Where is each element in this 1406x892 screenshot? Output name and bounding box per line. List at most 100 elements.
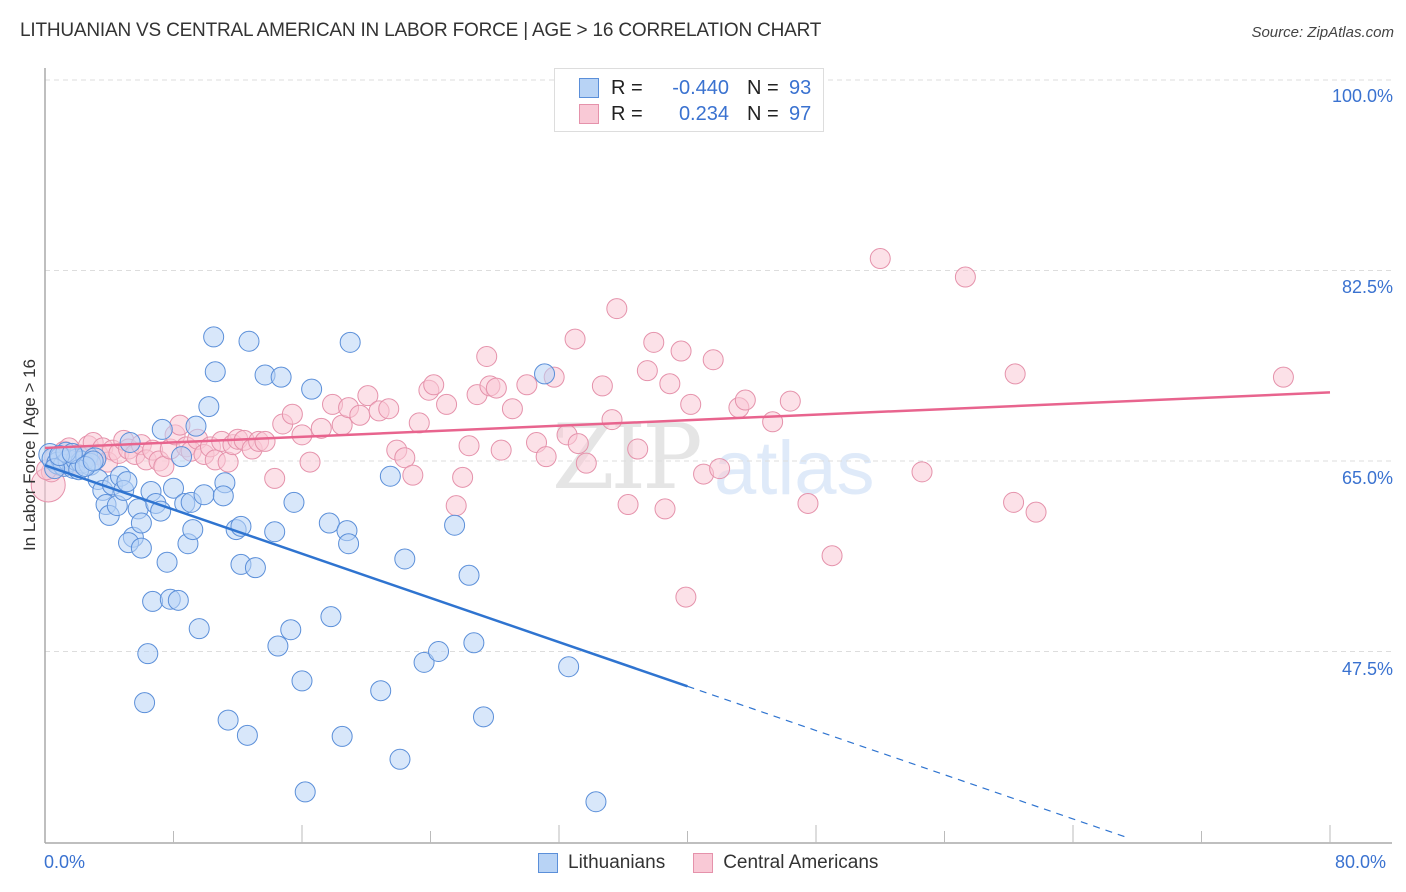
lithuanians-point: [204, 361, 226, 383]
y-axis-title: In Labor Force | Age > 16: [20, 358, 39, 552]
central-americans-point: [452, 466, 474, 488]
central-americans-point: [408, 412, 430, 434]
central-americans-point: [299, 451, 321, 473]
lithuanians-point: [142, 590, 164, 612]
n-label: N =: [747, 76, 779, 99]
lithuanians-point: [203, 326, 225, 348]
central-americans-point: [281, 403, 303, 425]
central-americans-point: [485, 377, 507, 399]
lithuanians-point: [264, 521, 286, 543]
lithuanians-point: [167, 589, 189, 611]
n-value: 93: [789, 76, 812, 99]
central-americans-point: [675, 586, 697, 608]
central-americans-point: [654, 498, 676, 520]
central-americans-point: [606, 298, 628, 320]
lithuanians-point: [394, 548, 416, 570]
r-value: 0.234: [678, 102, 729, 125]
central-americans-point: [402, 464, 424, 486]
scatter-plot: [30, 68, 1392, 844]
lithuanians-point: [185, 415, 207, 437]
central-americans-point: [1003, 491, 1025, 513]
x-tick-label-min: 0.0%: [44, 852, 86, 872]
r-value: -0.440: [672, 76, 729, 99]
central-americans-point: [535, 446, 557, 468]
lithuanians-swatch: [579, 78, 599, 98]
central-americans-point: [1025, 501, 1047, 523]
central-americans-point: [643, 331, 665, 353]
central-americans-point: [291, 424, 313, 446]
central-americans-point: [575, 452, 597, 474]
n-label: N =: [747, 102, 779, 125]
lithuanians-point: [188, 618, 210, 640]
central-americans-point: [567, 433, 589, 455]
central-americans-point: [476, 345, 498, 367]
lithuanians-point: [370, 680, 392, 702]
central-americans-point: [490, 439, 512, 461]
central-americans-point: [254, 430, 276, 452]
lithuanians-swatch: [538, 853, 558, 873]
central-americans-point: [217, 451, 239, 473]
lithuanians-trend-extension: [687, 685, 1130, 839]
central-americans-point: [670, 340, 692, 362]
lithuanians-point: [270, 366, 292, 388]
lithuanians-point: [130, 537, 152, 559]
lithuanians-point: [137, 643, 159, 665]
central-americans-point: [264, 467, 286, 489]
lithuanians-point: [585, 791, 607, 813]
legend-row-central-americans: R = 0.234 N = 97: [579, 102, 811, 126]
central-americans-point: [423, 374, 445, 396]
central-americans-point: [1004, 363, 1026, 385]
central-americans-point: [762, 411, 784, 433]
central-americans-point: [445, 495, 467, 517]
central-americans-point: [1272, 366, 1294, 388]
lithuanians-point: [217, 709, 239, 731]
lithuanians-point: [294, 781, 316, 803]
lithuanians-point: [389, 748, 411, 770]
y-tick-label: 82.5%: [1341, 277, 1393, 297]
lithuanians-point: [156, 551, 178, 573]
y-tick-label: 100.0%: [1331, 86, 1393, 106]
lithuanians-point: [283, 491, 305, 513]
lithuanians-point: [244, 557, 266, 579]
lithuanians-point: [130, 512, 152, 534]
lithuanians-point: [280, 619, 302, 641]
central-americans-point: [601, 409, 623, 431]
legend-row-lithuanians: R = -0.440 N = 93: [579, 76, 811, 100]
central-americans-point: [821, 545, 843, 567]
lithuanians-point: [134, 692, 156, 714]
central-americans-point: [659, 373, 681, 395]
lithuanians-point: [379, 465, 401, 487]
lithuanians-point: [444, 514, 466, 536]
lithuanians-point: [182, 519, 204, 541]
lithuanians-point: [558, 656, 580, 678]
lithuanians-point: [534, 363, 556, 385]
lithuanians-point: [198, 396, 220, 418]
lithuanians-point: [151, 418, 173, 440]
central-americans-point: [734, 389, 756, 411]
y-tick-label: 65.0%: [1341, 468, 1393, 488]
lithuanians-point: [320, 606, 342, 628]
series-legend: Lithuanians Central Americans: [538, 852, 906, 874]
lithuanians-point: [331, 725, 353, 747]
lithuanians-point: [193, 484, 215, 506]
lithuanians-point: [428, 641, 450, 662]
lithuanians-point: [236, 724, 258, 746]
central-americans-point: [458, 435, 480, 457]
central-americans-point: [954, 266, 976, 288]
central-americans-point: [516, 374, 538, 396]
lithuanians-point: [458, 564, 480, 586]
r-label: R =: [611, 76, 643, 99]
central-americans-point: [591, 375, 613, 397]
lithuanians-point: [82, 450, 104, 472]
lithuanians-point: [212, 485, 234, 507]
central-americans-point: [617, 494, 639, 516]
lithuanians-point: [116, 471, 138, 493]
central-americans-point: [779, 390, 801, 412]
central-americans-swatch: [693, 853, 714, 873]
lithuanians-points: [38, 326, 607, 813]
central-americans-point: [564, 328, 586, 350]
lithuanians-point: [291, 670, 313, 692]
lithuanians-point: [473, 706, 495, 728]
legend-item-lithuanians[interactable]: Lithuanians: [538, 852, 665, 874]
legend-item-central-americans[interactable]: Central Americans: [693, 852, 878, 874]
